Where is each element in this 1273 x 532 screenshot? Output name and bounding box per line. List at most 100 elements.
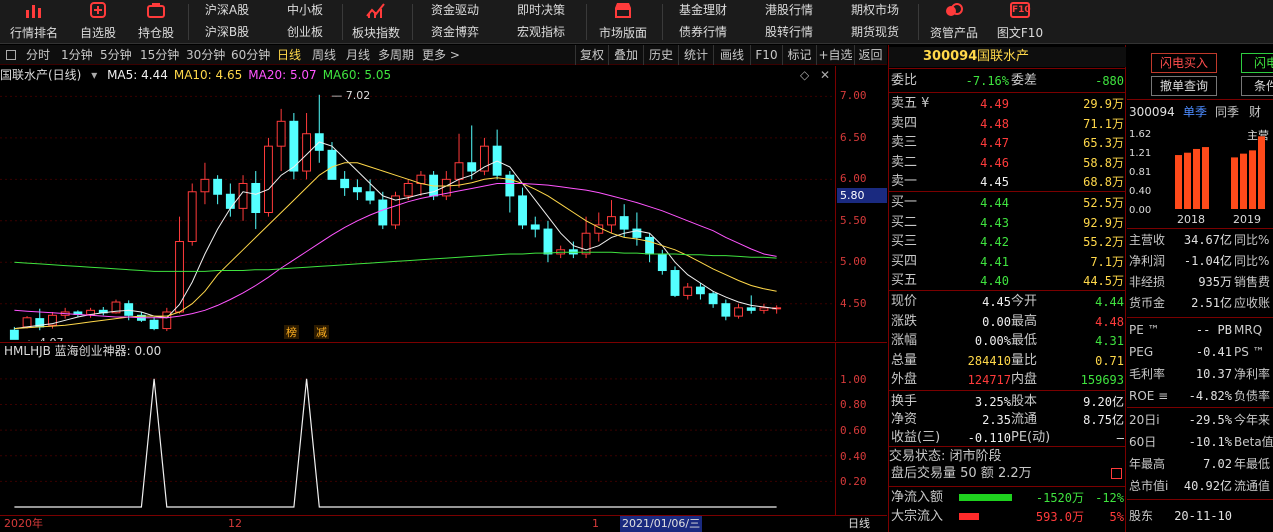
instant-decision-button[interactable]: 即时决策 [506,0,576,20]
candle[interactable] [200,162,210,205]
candle[interactable] [340,171,350,196]
candle[interactable] [759,303,769,314]
bid-row[interactable]: 买二 4.43 92.9万 [889,213,1126,233]
candle[interactable] [543,220,553,263]
candlestick-chart[interactable]: — 7.02 ← 4.07 榜 减 [0,84,835,341]
bond-quotes-button[interactable]: 债券行情 [668,22,738,42]
holdings-button[interactable]: 持仓股 [128,0,184,44]
tool-button-5[interactable]: F10 [750,45,782,65]
tool-button-3[interactable]: 统计 [678,45,713,65]
market-layout-button[interactable]: 市场版面 [592,0,654,44]
candle[interactable] [645,233,655,263]
candle[interactable] [86,307,96,318]
capital-drive-button[interactable]: 资金驱动 [420,0,490,20]
candle[interactable] [391,191,400,230]
sector-index-button[interactable]: 板块指数 [348,0,404,44]
futures-spot-button[interactable]: 期货现货 [840,22,910,42]
candle[interactable] [213,175,223,205]
candle[interactable] [136,311,146,322]
candle[interactable] [149,316,159,331]
candle[interactable] [302,113,312,180]
tab-same-quarter[interactable]: 同季 [1215,103,1239,122]
capital-game-button[interactable]: 资金博弈 [420,22,490,42]
ask-row[interactable]: 卖五 ¥4.49 29.9万 [889,94,1126,114]
bid-row[interactable]: 买三 4.42 55.2万 [889,232,1126,252]
ask-row[interactable]: 卖三 4.47 65.3万 [889,133,1126,153]
sh-sz-a-button[interactable]: 沪深A股 [192,0,262,20]
tool-button-4[interactable]: 画线 [713,45,750,65]
candle[interactable] [492,129,502,180]
chart-badge-0[interactable]: 榜 [286,325,297,339]
flash-buy-button[interactable]: 闪电买入 [1151,53,1217,73]
candle[interactable] [276,108,286,172]
tab-period-10[interactable]: 更多 > [422,45,460,65]
candle[interactable] [632,212,642,246]
tab-period-7[interactable]: 周线 [312,45,336,65]
tab-period-1[interactable]: 1分钟 [61,45,93,65]
sme-board-button[interactable]: 中小板 [270,0,340,20]
tool-button-1[interactable]: 叠加 [608,45,643,65]
ask-row[interactable]: 卖四 4.48 71.1万 [889,114,1126,134]
candle[interactable] [467,125,477,180]
tab-period-5[interactable]: 60分钟 [231,45,270,65]
gem-board-button[interactable]: 创业板 [270,22,340,42]
candle[interactable] [607,200,616,234]
tab-quarter[interactable]: 单季 [1183,103,1207,122]
candle[interactable] [530,216,540,238]
tool-button-8[interactable]: 返回 [854,45,886,65]
tab-finance[interactable]: 财 [1249,103,1261,122]
tab-period-3[interactable]: 15分钟 [140,45,179,65]
candle[interactable] [734,303,743,319]
candle[interactable] [162,307,172,332]
tool-button-2[interactable]: 历史 [643,45,678,65]
tab-period-9[interactable]: 多周期 [378,45,414,65]
tab-period-6[interactable]: 日线 [277,45,301,65]
hk-quotes-button[interactable]: 港股行情 [754,0,824,20]
candle[interactable] [352,179,362,201]
tool-button-0[interactable]: 复权 [575,45,608,65]
options-market-button[interactable]: 期权市场 [840,0,910,20]
candle[interactable] [98,307,108,316]
sh-sz-b-button[interactable]: 沪深B股 [192,22,262,42]
candle[interactable] [327,142,337,180]
grid-icon[interactable] [6,50,16,60]
flash-sell-button[interactable]: 闪电 [1241,53,1273,73]
ask-row[interactable]: 卖二 4.46 58.8万 [889,153,1126,173]
candle[interactable] [289,113,299,180]
diamond-icon[interactable]: ◇ [800,66,809,84]
candle[interactable] [314,94,324,163]
candle[interactable] [479,137,489,176]
close-icon[interactable]: ✕ [820,66,830,84]
ask-row[interactable]: 卖一 4.45 68.8万 [889,172,1126,192]
tab-period-2[interactable]: 5分钟 [100,45,132,65]
tab-period-8[interactable]: 月线 [346,45,370,65]
tab-period-4[interactable]: 30分钟 [186,45,225,65]
candle[interactable] [683,282,693,300]
tool-button-6[interactable]: 标记 [782,45,816,65]
candle[interactable] [264,137,273,217]
shareholder-row[interactable]: 股东 20-11-10 [1129,507,1273,526]
macro-indicator-button[interactable]: 宏观指标 [506,22,576,42]
tab-period-0[interactable]: 分时 [26,45,50,65]
condition-order-button[interactable]: 条件 [1241,76,1273,96]
candle[interactable] [251,171,261,230]
candle[interactable] [708,291,718,308]
watchlist-button[interactable]: 自选股 [70,0,126,44]
report-icon[interactable] [1111,468,1122,479]
candle[interactable] [238,175,248,221]
candle[interactable] [518,187,527,230]
chart-badge-1[interactable]: 减 [316,326,327,339]
ranking-button[interactable]: 行情排名 [6,0,62,44]
candle[interactable] [772,305,782,314]
fund-finance-button[interactable]: 基金理财 [668,0,738,20]
asset-management-button[interactable]: 资管产品 [924,0,984,44]
candle[interactable] [670,266,680,298]
cancel-order-query-button[interactable]: 撤单查询 [1151,76,1217,96]
candle[interactable] [568,241,578,259]
f10-info-button[interactable]: F10 图文F10 [990,0,1050,44]
candle[interactable] [187,183,197,246]
candle[interactable] [695,282,705,300]
candle[interactable] [505,171,515,213]
neeq-quotes-button[interactable]: 股转行情 [754,22,824,42]
indicator-chart[interactable] [0,358,835,515]
